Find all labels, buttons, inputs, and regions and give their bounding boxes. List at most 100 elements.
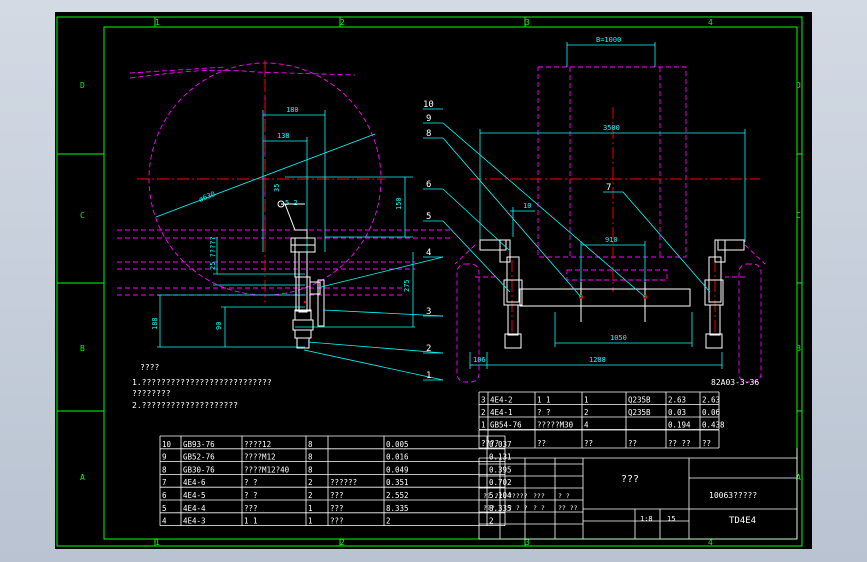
zone-top-2: 2 [340,18,345,27]
dim-1050: 1050 [610,334,627,342]
zone-right-c: C [796,211,801,220]
lower-table-cell-r3-c1: 4E4-6 [183,478,206,487]
upper-table-cell-r2-c0: 1 [481,421,486,430]
lower-table-cell-r6-c2: 1 1 [244,517,258,526]
zone-left-d: D [80,81,85,90]
lower-table-cell-r5-c0: 5 [162,504,167,513]
upper-table-header-cell-r0-c5: ?? ?? [668,439,691,448]
balloon-3: 3 [426,307,431,317]
dim-b1000: B=1000 [596,36,621,44]
lower-table-cell-r4-c5: 2.552 [386,491,409,500]
zone-left-a: A [80,473,85,482]
balloon-labels: 10 9 8 6 5 4 3 2 1 7 [423,100,611,381]
upper-table-cell-r2-c5: 0.194 [668,421,691,430]
lower-table-cell-r2-c1: GB30-76 [183,465,215,474]
title-block-cell-3: ? ? [558,492,570,500]
title-block-doc-no: 10063????? [709,491,757,500]
dim-3500: 3500 [603,124,620,132]
upper-table-header-cell-r0-c2: ?? [537,439,546,448]
title-block-drawing-no: TD4E4 [729,516,756,526]
lower-table-cell-r2-c0: 8 [162,465,167,474]
balloon-5: 5 [426,212,431,222]
upper-table-header-cell-r0-c3: ?? [584,439,593,448]
dim-910: 910 [605,236,618,244]
zone-right-d: D [796,81,801,90]
right-view: B=1000 3500 10 910 1050 1288 106 [454,36,766,383]
dim-188: 188 [151,317,159,330]
upper-table-cell-r0-c1: 4E4-2 [490,396,513,405]
dim-138: 138 [277,132,290,140]
lower-table-cell-r5-c3: 1 [308,504,313,513]
lower-table-cell-r0-c1: GB93-76 [183,440,215,449]
lower-table-cell-r6-c4: ??? [330,517,344,526]
dim-vertical-note: 25 ????? [209,236,217,270]
lower-table-cell-r3-c2: ? ? [244,478,258,487]
title-block-sheet: 15 [667,515,675,523]
lower-table-cell-r6-c5: 2 [386,517,391,526]
upper-table-cell-r1-c0: 2 [481,408,486,417]
zone-top-4: 4 [708,18,713,27]
title-block-cell-2: ??? [533,492,545,500]
title-block-name: ??? [621,474,639,485]
zone-bottom-2: 2 [340,538,345,547]
upper-table-cell-r0-c6: 2.63 [702,396,720,405]
lower-table-cell-r5-c2: ??? [244,504,258,513]
lower-table-cell-r6-c1: 4E4-3 [183,517,206,526]
upper-table-cell-r0-c2: 1 1 [537,396,551,405]
lower-table-cell-r2-c3: 8 [308,465,313,474]
balloon-6: 6 [426,180,431,190]
dim-90: 90 [215,322,223,330]
lower-table-cell-r4-c1: 4E4-5 [183,491,206,500]
upper-table-cell-r1-c2: ? ? [537,408,551,417]
title-block-cell-5: ? ? ? [508,504,528,512]
balloon-9: 9 [426,114,431,124]
dim-10: 10 [523,202,531,210]
lower-table-cell-r0-c5: 0.005 [386,440,409,449]
lower-table-cell-r5-c1: 4E4-4 [183,504,206,513]
zone-right-b: B [796,344,801,353]
title-block-cell-0: ?? ?? [483,492,503,500]
title-block-cell-1: ????? [508,492,528,500]
cad-drawing-canvas[interactable]: 1 2 3 4 1 2 3 4 D C B A D C B A 180 138 … [55,12,812,549]
upper-table-cell-r2-c2: ?????M30 [537,421,574,430]
title-block-cell-4: ??? [483,504,495,512]
balloon-7: 7 [606,183,611,193]
dim-106: 106 [473,356,486,364]
dim-630: ø630 [198,190,217,204]
upper-table-cell-r0-c4: Q235B [628,396,651,405]
lower-table-cell-r0-c2: ????12 [244,440,271,449]
dim-150: 150 [395,197,403,210]
title-block-cell-7: ?? ?? [558,504,578,512]
balloon-8: 8 [426,129,431,139]
lower-table-cell-r0-c6: 0.037 [489,440,512,449]
lower-table-cell-r4-c0: 6 [162,491,167,500]
lower-table-cell-r4-c3: 2 [308,491,313,500]
balloon-2: 2 [426,344,431,354]
title-block-cell-6: ? ? [533,504,545,512]
upper-table-cell-r1-c5: 0.03 [668,408,686,417]
notes-line-3: 2.???????????????????? [132,401,238,410]
lower-table-cell-r4-c2: ? ? [244,491,258,500]
zone-top-3: 3 [525,18,530,27]
zone-bottom-1: 1 [155,538,160,547]
lower-table-cell-r1-c5: 0.016 [386,453,409,462]
drawing-border [56,16,803,547]
upper-table-cell-r0-c3: 1 [584,396,589,405]
lower-table-cell-r5-c5: 8.335 [386,504,409,513]
lower-table-cell-r3-c3: 2 [308,478,313,487]
balloon-10: 10 [423,100,434,110]
lower-table-cell-r0-c3: 8 [308,440,313,449]
lower-table-cell-r3-c5: 0.351 [386,478,409,487]
lower-table-cell-r0-c0: 10 [162,440,172,449]
lower-table-cell-r6-c0: 4 [162,517,167,526]
zone-left-c: C [80,211,85,220]
lower-table-cell-r1-c0: 9 [162,453,167,462]
lower-table-cell-r2-c2: ????M12?40 [244,465,290,474]
balloon-1: 1 [426,371,431,381]
notes-line-2: ???????? [132,389,171,398]
lower-table-cell-r4-c4: ??? [330,491,344,500]
upper-table-label: 82A03-3-36 [711,378,759,387]
notes-line-1: 1.??????????????????????????? [132,378,272,387]
cad-drawing: 1 2 3 4 1 2 3 4 D C B A D C B A 180 138 … [56,16,803,547]
upper-table-header-cell-r0-c6: ?? [702,439,711,448]
